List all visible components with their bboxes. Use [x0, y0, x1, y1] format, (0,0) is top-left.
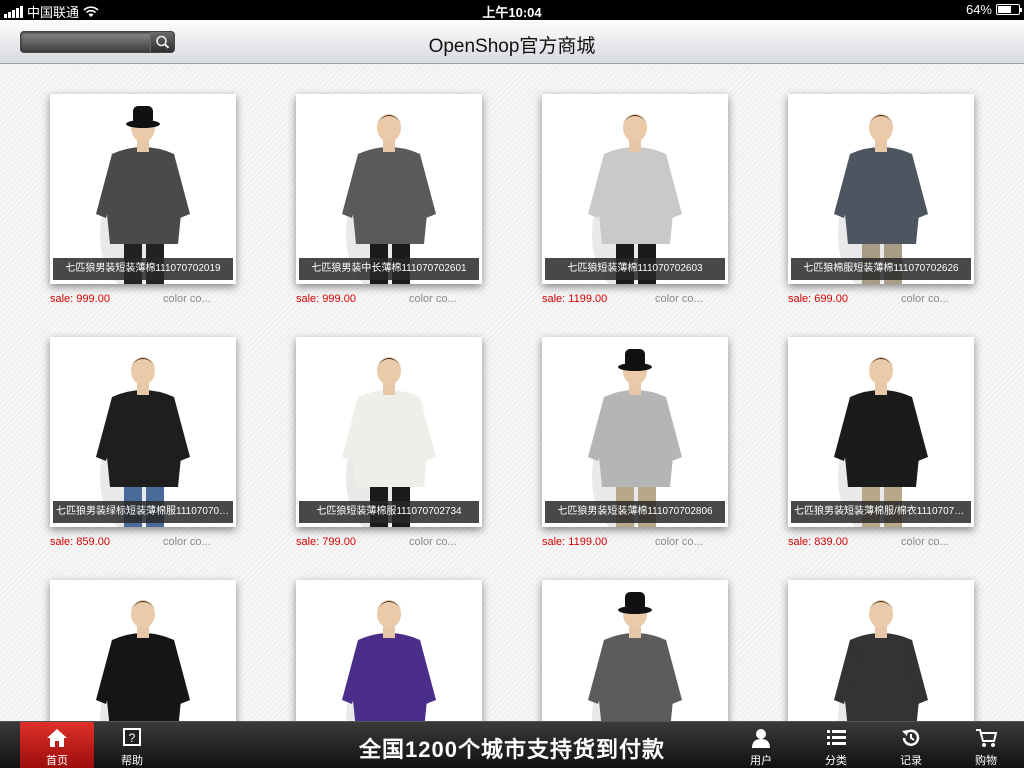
- product-color-label: color co...: [409, 536, 457, 548]
- tab-label: 帮助: [121, 755, 143, 767]
- product-price: sale: 799.00: [296, 536, 356, 548]
- tab-label: 记录: [900, 755, 922, 767]
- product-photo[interactable]: [296, 337, 482, 527]
- product-card[interactable]: 七匹狼棉服短装薄棉111070702626: [788, 94, 974, 284]
- product-card[interactable]: 七匹狼男装短装薄棉111070702019: [50, 94, 236, 284]
- product-price: sale: 839.00: [788, 536, 848, 548]
- help-icon: ?: [123, 728, 141, 746]
- product-price: sale: 999.00: [50, 293, 110, 305]
- product-card[interactable]: [542, 580, 728, 721]
- home-icon: [47, 729, 67, 747]
- product-price: sale: 1199.00: [542, 293, 608, 305]
- product-title: 七匹狼男装短装薄棉111070702019: [53, 258, 233, 280]
- cart-icon: [976, 729, 998, 747]
- product-price: sale: 859.00: [50, 536, 110, 548]
- svg-text:?: ?: [129, 731, 136, 745]
- product-photo[interactable]: [788, 580, 974, 721]
- product-title: 七匹狼男装短装薄棉服/棉衣11107070...: [791, 501, 971, 523]
- product-photo[interactable]: [50, 94, 236, 284]
- product-grid[interactable]: 七匹狼男装短装薄棉111070702019 sale: 999.00 color c…: [0, 65, 1024, 721]
- product-photo[interactable]: [788, 94, 974, 284]
- product-card[interactable]: [788, 580, 974, 721]
- product-card[interactable]: [296, 580, 482, 721]
- product-title: 七匹狼男装中长薄棉111070702601: [299, 258, 479, 280]
- status-right: 64%: [965, 2, 1022, 17]
- product-card[interactable]: 七匹狼男装绿标短装薄棉服111070702...: [50, 337, 236, 527]
- tab-home[interactable]: 首页: [20, 722, 94, 768]
- product-price: sale: 699.00: [788, 293, 848, 305]
- tab-bar: 全国1200个城市支持货到付款 首页? 帮助 用户 分类 记录 购物: [0, 721, 1024, 768]
- battery-percent: 64%: [965, 2, 992, 17]
- status-time: 上午10:04: [482, 5, 542, 20]
- product-photo[interactable]: [50, 337, 236, 527]
- product-card[interactable]: 七匹狼男装短装薄棉111070702806: [542, 337, 728, 527]
- product-price: sale: 1199.00: [542, 536, 608, 548]
- tab-label: 用户: [750, 755, 772, 767]
- page-title: OpenShop官方商城: [428, 36, 596, 57]
- product-color-label: color co...: [655, 536, 703, 548]
- product-photo[interactable]: [542, 337, 728, 527]
- tab-user[interactable]: 用户: [724, 722, 798, 768]
- product-card[interactable]: 七匹狼男装短装薄棉服/棉衣11107070...: [788, 337, 974, 527]
- product-photo[interactable]: [542, 94, 728, 284]
- product-price: sale: 999.00: [296, 293, 356, 305]
- product-color-label: color co...: [409, 293, 457, 305]
- status-bar: 中国联通 上午10:04 64%: [0, 0, 1024, 20]
- product-title: 七匹狼短装薄棉服111070702734: [299, 501, 479, 523]
- product-color-label: color co...: [901, 536, 949, 548]
- product-title: 七匹狼棉服短装薄棉111070702626: [791, 258, 971, 280]
- product-color-label: color co...: [901, 293, 949, 305]
- tab-list[interactable]: 分类: [799, 722, 873, 768]
- product-color-label: color co...: [163, 293, 211, 305]
- product-title: 七匹狼男装短装薄棉111070702806: [545, 501, 725, 523]
- list-icon: [827, 730, 846, 745]
- product-photo[interactable]: [788, 337, 974, 527]
- user-icon: [752, 729, 770, 748]
- history-icon: [902, 729, 920, 746]
- product-color-label: color co...: [163, 536, 211, 548]
- product-photo[interactable]: [296, 94, 482, 284]
- product-photo[interactable]: [542, 580, 728, 721]
- product-photo[interactable]: [50, 580, 236, 721]
- tab-label: 分类: [825, 755, 847, 767]
- tab-help[interactable]: ? 帮助: [95, 722, 169, 768]
- product-title: 七匹狼男装绿标短装薄棉服111070702...: [53, 501, 233, 523]
- product-photo[interactable]: [296, 580, 482, 721]
- product-card[interactable]: 七匹狼短装薄棉服111070702734: [296, 337, 482, 527]
- product-card[interactable]: [50, 580, 236, 721]
- navigation-bar: OpenShop官方商城: [0, 20, 1024, 64]
- product-card[interactable]: 七匹狼男装中长薄棉111070702601: [296, 94, 482, 284]
- product-color-label: color co...: [655, 293, 703, 305]
- tab-label: 首页: [46, 755, 68, 767]
- tab-history[interactable]: 记录: [874, 722, 948, 768]
- product-title: 七匹狼短装薄棉111070702603: [545, 258, 725, 280]
- tab-cart[interactable]: 购物: [949, 722, 1023, 768]
- product-card[interactable]: 七匹狼短装薄棉111070702603: [542, 94, 728, 284]
- tab-label: 购物: [975, 755, 997, 767]
- battery-icon: [996, 4, 1022, 15]
